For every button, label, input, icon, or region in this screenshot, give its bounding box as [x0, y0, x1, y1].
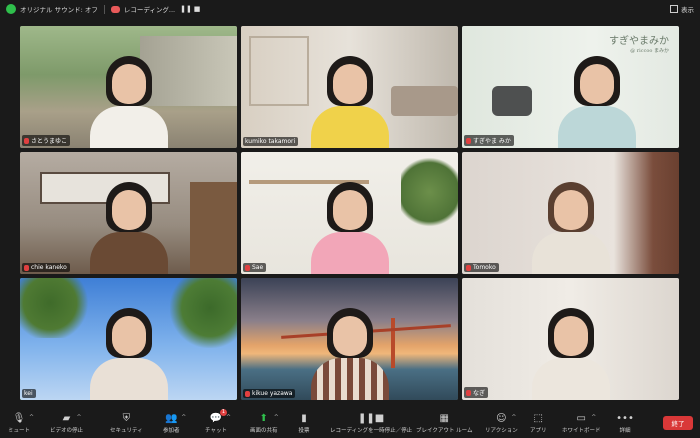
participant-name-tag: Sae: [243, 263, 267, 272]
security-shield-icon: [6, 4, 16, 14]
apps-button[interactable]: ⬚ アプリ: [530, 412, 547, 435]
chat-bubble-icon: 💬 1 ^: [209, 409, 231, 424]
video-tile[interactable]: Tomoko: [462, 152, 679, 274]
stop-video-button[interactable]: ▰ ^ ビデオの停止: [50, 412, 83, 435]
pause-stop-icon: ❚❚■: [357, 412, 385, 424]
share-screen-button[interactable]: ⬆ ^ 画面の共有: [250, 412, 279, 435]
video-tile-active-speaker[interactable]: kei: [20, 278, 237, 400]
participant-video: [305, 48, 395, 148]
participant-video: [526, 174, 616, 274]
participant-name-tag: Tomoko: [464, 263, 499, 272]
whiteboard-button[interactable]: ▭ ^ ホワイトボード: [562, 412, 601, 435]
whiteboard-icon: ▭ ^: [576, 412, 597, 424]
participant-video: [305, 300, 395, 400]
view-button[interactable]: 表示: [681, 4, 694, 14]
audio-status[interactable]: オリジナル サウンド: オフ: [20, 4, 98, 14]
video-tile[interactable]: kumiko takamori: [241, 26, 458, 148]
shield-icon: ⛨: [122, 412, 131, 424]
muted-mic-icon: [466, 137, 471, 144]
breakout-rooms-button[interactable]: ▦ ブレイクアウト ルーム: [416, 412, 472, 435]
video-tile[interactable]: すぎやまみか @ riccoo まみか すぎやま みか: [462, 26, 679, 148]
ellipsis-icon: •••: [616, 412, 634, 424]
participant-name-tag: chie kaneko: [22, 263, 70, 272]
video-gallery: さとうまゆこ kumiko takamori すぎやまみか @ riccoo ま…: [20, 26, 680, 400]
pause-stop-recording-button[interactable]: ❚❚■ レコーディングを一時停止／停止: [330, 412, 412, 435]
participant-name-tag: なぎ: [464, 387, 489, 398]
mute-button[interactable]: 🎙 ^ ミュート: [8, 412, 34, 435]
bar-chart-icon: ▮: [301, 412, 307, 424]
participant-name-tag: kikue yazawa: [243, 389, 296, 398]
participant-video: [526, 300, 616, 400]
muted-mic-icon: [245, 390, 250, 397]
meeting-top-bar: オリジナル サウンド: オフ レコーディング... ❚❚ ■ 表示: [0, 0, 700, 18]
microphone-icon: 🎙 ^: [12, 412, 34, 424]
participant-name-tag: kei: [22, 389, 36, 398]
participants-button[interactable]: 👥 ^ 参加者: [163, 412, 187, 435]
video-tile[interactable]: Sae: [241, 152, 458, 274]
breakout-grid-icon: ▦: [439, 412, 449, 424]
apps-icon: ⬚: [533, 412, 543, 424]
participant-video: [84, 300, 174, 400]
participant-video: [305, 174, 395, 274]
recording-status: レコーディング...: [123, 6, 176, 14]
security-button[interactable]: ⛨ セキュリティ: [110, 412, 143, 435]
recording-icon: [110, 5, 120, 13]
video-tile[interactable]: さとうまゆこ: [20, 26, 237, 148]
more-button[interactable]: ••• 詳細: [616, 412, 634, 435]
participant-name-tag: kumiko takamori: [243, 137, 299, 146]
participant-video: [84, 174, 174, 274]
view-grid-icon[interactable]: [670, 5, 678, 13]
people-icon: 👥 ^: [165, 412, 187, 424]
smiley-icon: ☺ ^: [496, 412, 517, 424]
end-meeting-button[interactable]: 終了: [663, 416, 693, 430]
chat-button[interactable]: 💬 1 ^ チャット: [205, 409, 231, 434]
participant-video: [552, 48, 642, 148]
video-camera-icon: ▰ ^: [62, 412, 82, 424]
video-tile[interactable]: kikue yazawa: [241, 278, 458, 400]
muted-mic-icon: [466, 389, 471, 396]
pause-recording-icon[interactable]: ❚❚: [180, 5, 192, 13]
muted-mic-icon: [24, 137, 29, 144]
reactions-button[interactable]: ☺ ^ リアクション: [485, 412, 518, 435]
meeting-toolbar: 🎙 ^ ミュート ▰ ^ ビデオの停止 ⛨ セキュリティ 👥 ^ 参加者 💬 1 ^ チャ…: [0, 409, 700, 438]
participant-name-tag: さとうまゆこ: [22, 135, 71, 146]
participant-video: [84, 48, 174, 148]
video-tile[interactable]: なぎ: [462, 278, 679, 400]
muted-mic-icon: [24, 264, 29, 271]
muted-mic-icon: [245, 264, 250, 271]
poll-button[interactable]: ▮ 投票: [297, 412, 311, 435]
share-screen-icon: ⬆ ^: [259, 412, 279, 424]
stop-recording-icon[interactable]: ■: [193, 5, 201, 13]
muted-mic-icon: [466, 264, 471, 271]
video-tile[interactable]: chie kaneko: [20, 152, 237, 274]
participant-name-tag: すぎやま みか: [464, 135, 514, 146]
